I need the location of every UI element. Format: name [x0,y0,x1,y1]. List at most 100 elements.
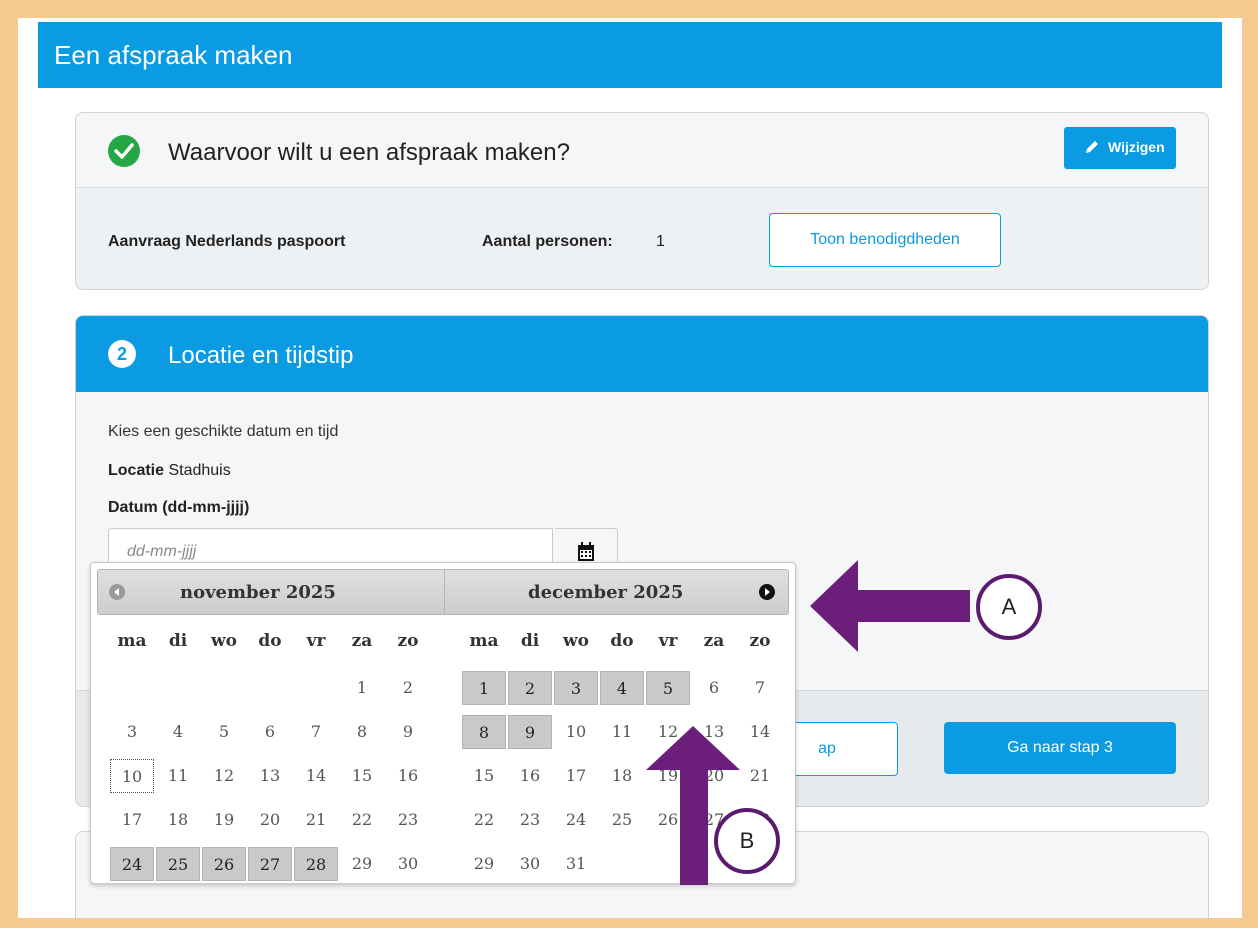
location-value: Stadhuis [168,462,231,479]
calendar-day: 30 [519,854,541,873]
calendar-day: 17 [121,810,143,829]
weekday-header: ma [469,631,499,651]
calendar-day: 22 [473,810,495,829]
calendar-day: 9 [402,722,414,741]
page-title: Een afspraak maken [54,40,293,70]
weekday-header: do [258,631,282,651]
calendar-day: 24 [565,810,587,829]
calendar-day-available[interactable]: 28 [294,847,338,881]
calendar-day-available[interactable]: 24 [110,847,154,881]
calendar-day: 19 [213,810,235,829]
step2-header: 2 Locatie en tijdstip [76,316,1208,392]
calendar-day: 11 [611,722,633,741]
calendar-day: 6 [264,722,276,741]
header-divider [444,570,445,614]
calendar-day: 10 [110,759,154,793]
calendar-day-available[interactable]: 8 [462,715,506,749]
calendar-day: 12 [213,766,235,785]
weekday-header: vr [658,631,678,651]
calendar-day-available[interactable]: 1 [462,671,506,705]
calendar-day: 21 [305,810,327,829]
calendar-day: 2 [402,678,414,697]
check-icon [108,135,140,167]
calendar-day: 18 [167,810,189,829]
calendar-day: 25 [611,810,633,829]
previous-month-icon[interactable] [108,583,126,601]
calendar-day: 22 [351,810,373,829]
calendar-day-available[interactable]: 25 [156,847,200,881]
edit-button-label: Wijzigen [1108,139,1165,155]
step1-header: Waarvoor wilt u een afspraak maken? Wijz… [76,113,1208,188]
step1-title: Waarvoor wilt u een afspraak maken? [168,139,570,166]
calendar-day-available[interactable]: 5 [646,671,690,705]
calendar-day: 1 [356,678,368,697]
calendar-day: 23 [519,810,541,829]
weekday-header: za [351,631,373,651]
calendar-day: 23 [397,810,419,829]
step-number-badge: 2 [108,340,136,368]
weekday-header: wo [211,631,237,651]
weekday-header: di [168,631,188,651]
calendar-day: 20 [259,810,281,829]
calendar-day: 31 [565,854,587,873]
step2-intro: Kies een geschikte datum en tijd [108,423,339,440]
calendar-day: 6 [708,678,720,697]
step2-title: Locatie en tijdstip [168,342,354,369]
marker-a: A [976,574,1042,640]
calendar-day: 11 [167,766,189,785]
calendar-day: 20 [703,766,725,785]
calendar-day: 5 [218,722,230,741]
calendar-day: 13 [703,722,725,741]
calendar-day: 3 [126,722,138,741]
calendar-day: 10 [565,722,587,741]
location-label: Locatie [108,462,165,479]
pencil-icon [1084,139,1100,158]
weekday-header: zo [397,631,419,651]
calendar-day: 7 [310,722,322,741]
calendar-day: 14 [749,722,771,741]
weekday-header: vr [306,631,326,651]
calendar-day: 29 [473,854,495,873]
calendar-day: 15 [351,766,373,785]
next-month-icon[interactable] [758,583,776,601]
month-title-right: december 2025 [528,582,684,603]
datepicker-header: november 2025 december 2025 [97,569,789,615]
date-label: Datum (dd-mm-jjjj) [108,499,250,516]
next-step-button[interactable]: Ga naar stap 3 [944,722,1176,774]
calendar-day: 21 [749,766,771,785]
calendar-day: 30 [397,854,419,873]
datepicker-popup: november 2025 december 2025 ma di wo do vr za… [90,562,796,884]
service-name: Aanvraag Nederlands paspoort [108,233,346,250]
month-title-left: november 2025 [180,582,336,603]
weekday-header: wo [563,631,589,651]
calendar-day: 16 [397,766,419,785]
calendar-day: 18 [611,766,633,785]
location-line: Locatie Stadhuis [108,462,231,480]
calendar-day-available[interactable]: 27 [248,847,292,881]
calendar-day: 19 [657,766,679,785]
weekday-header: di [520,631,540,651]
weekday-header: do [610,631,634,651]
calendar-day: 16 [519,766,541,785]
person-count-label: Aantal personen: [482,233,613,250]
calendar-icon [578,542,594,561]
calendar-day: 26 [657,810,679,829]
person-count-value: 1 [656,233,665,250]
show-requirements-button[interactable]: Toon benodigdheden [769,213,1001,267]
page-header: Een afspraak maken [38,22,1222,88]
calendar-day-available[interactable]: 9 [508,715,552,749]
edit-button[interactable]: Wijzigen [1064,127,1176,169]
calendar-day: 14 [305,766,327,785]
weekday-header: zo [749,631,771,651]
marker-b: B [714,808,780,874]
weekday-header: ma [117,631,147,651]
weekday-header: za [703,631,725,651]
calendar-day: 8 [356,722,368,741]
calendar-day-available[interactable]: 3 [554,671,598,705]
calendar-day-available[interactable]: 26 [202,847,246,881]
calendar-day-available[interactable]: 4 [600,671,644,705]
calendar-day-available[interactable]: 2 [508,671,552,705]
calendar-day: 4 [172,722,184,741]
calendar-day: 13 [259,766,281,785]
calendar-day: 7 [754,678,766,697]
